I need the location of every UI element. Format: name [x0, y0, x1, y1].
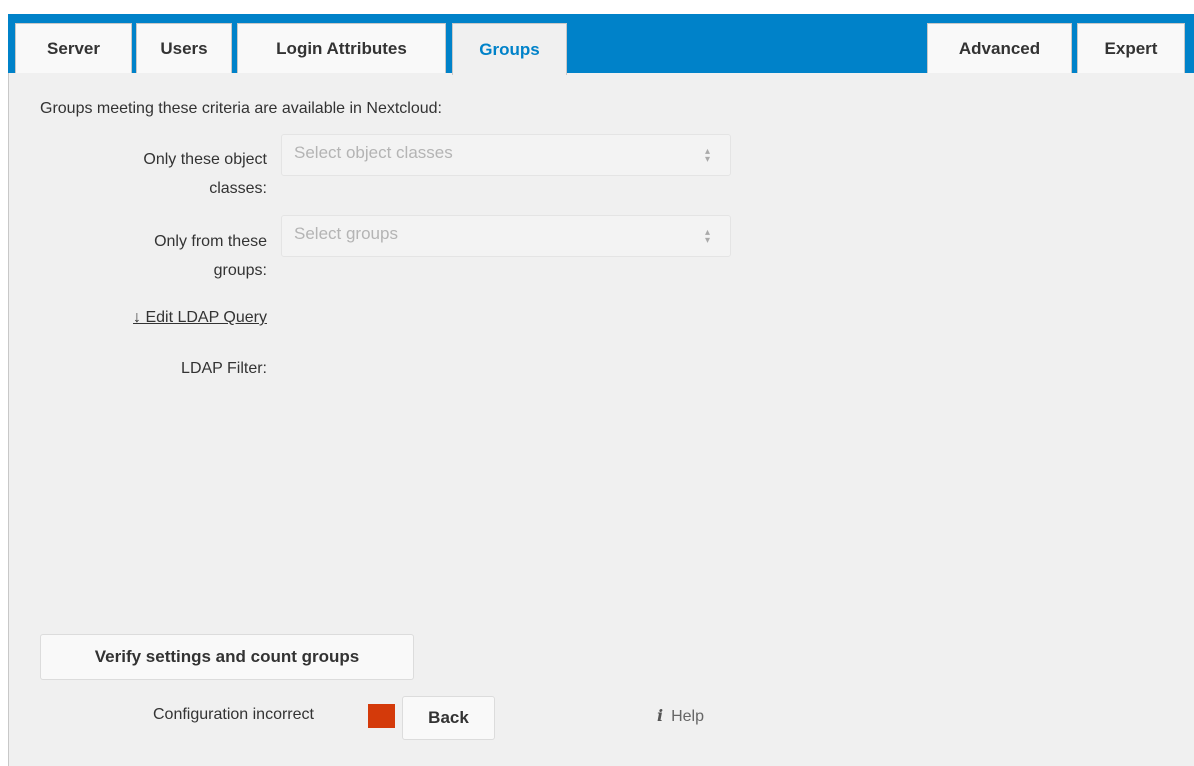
- tab-login-attributes[interactable]: Login Attributes: [237, 23, 446, 73]
- tab-groups[interactable]: Groups: [452, 23, 567, 75]
- select-arrows-icon: ▴ ▾: [704, 146, 710, 165]
- groups-filter-label: Only from these groups:: [154, 227, 267, 285]
- intro-text: Groups meeting these criteria are availa…: [40, 100, 442, 117]
- tab-server[interactable]: Server: [15, 23, 132, 73]
- info-icon: i: [657, 706, 664, 725]
- button-label: Verify settings and count groups: [94, 647, 360, 666]
- select-placeholder: Select groups: [294, 224, 398, 243]
- button-label: Back: [428, 708, 469, 727]
- object-classes-select[interactable]: Select object classes ▴ ▾: [281, 134, 731, 176]
- tab-label: Groups: [479, 39, 540, 59]
- select-arrows-icon: ▴ ▾: [704, 227, 710, 246]
- tab-label: Login Attributes: [276, 38, 407, 58]
- select-placeholder: Select object classes: [294, 143, 453, 162]
- tab-label: Users: [160, 38, 208, 58]
- edit-ldap-query-link[interactable]: ↓ Edit LDAP Query: [133, 309, 267, 327]
- status-text: Configuration incorrect: [153, 706, 314, 723]
- tab-label: Expert: [1104, 38, 1158, 58]
- status-indicator: [368, 704, 395, 728]
- tab-label: Server: [47, 38, 100, 58]
- help-link[interactable]: i Help: [657, 706, 704, 726]
- tab-expert[interactable]: Expert: [1077, 23, 1185, 73]
- label-line: classes:: [209, 180, 267, 197]
- label-line: Only from these: [154, 233, 267, 250]
- verify-settings-button[interactable]: Verify settings and count groups: [40, 634, 414, 680]
- label-line: Only these object: [143, 151, 267, 168]
- tab-users[interactable]: Users: [136, 23, 232, 73]
- back-button[interactable]: Back: [402, 696, 495, 740]
- tab-advanced[interactable]: Advanced: [927, 23, 1072, 73]
- groups-select[interactable]: Select groups ▴ ▾: [281, 215, 731, 257]
- object-classes-label: Only these object classes:: [143, 145, 267, 203]
- label-line: groups:: [213, 262, 267, 279]
- tab-label: Advanced: [958, 38, 1041, 58]
- help-label: Help: [671, 708, 704, 725]
- ldap-filter-label: LDAP Filter:: [181, 360, 267, 377]
